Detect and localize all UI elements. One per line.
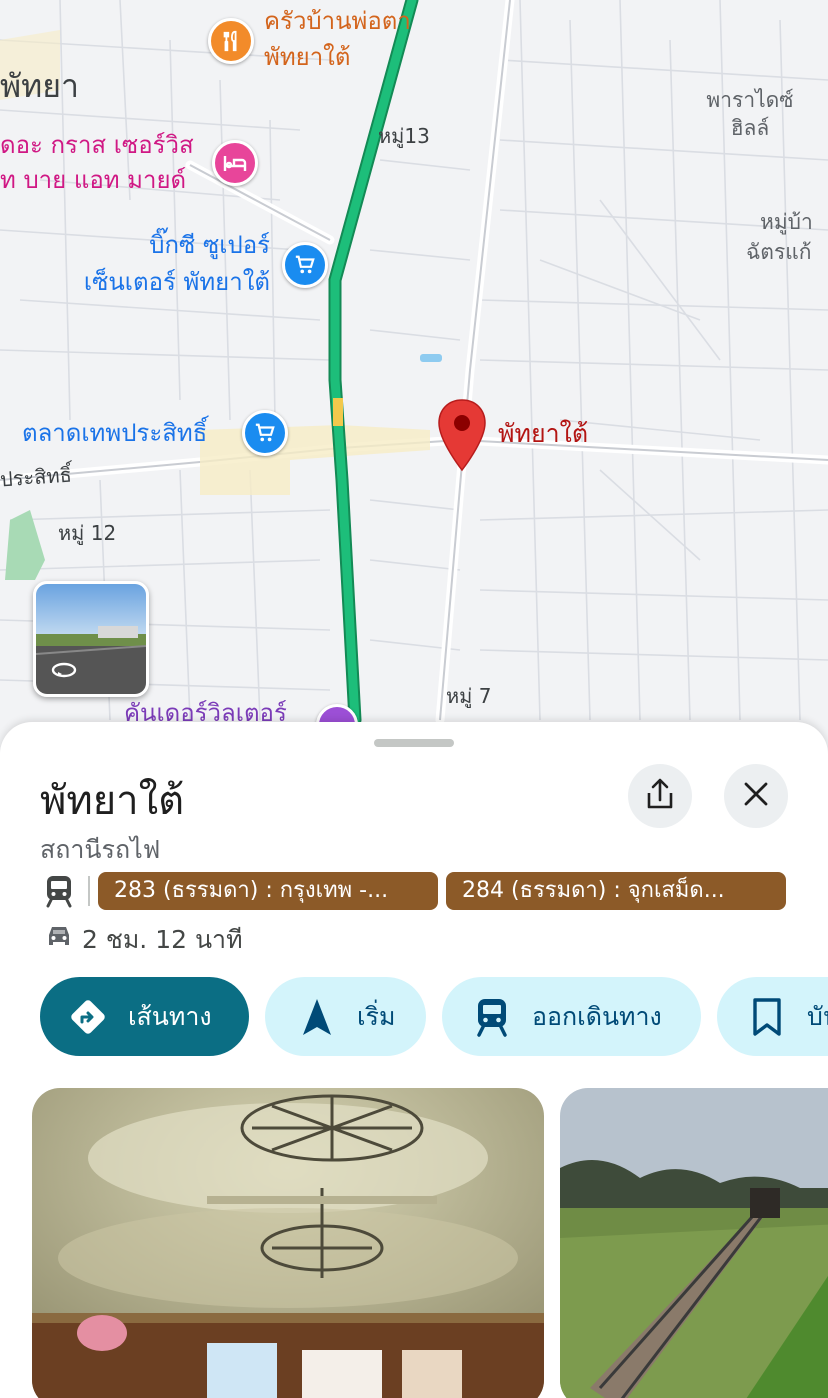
poi-label-hotel-line1: ดอะ กราส เซอร์วิส bbox=[0, 131, 194, 159]
transit-row: 283 (ธรรมดา) : กรุงเทพ -... 284 (ธรรมดา)… bbox=[40, 870, 828, 912]
transit-chip-284[interactable]: 284 (ธรรมดา) : จุกเสม็ด... bbox=[446, 872, 786, 910]
start-navigation-button[interactable]: เริ่ม bbox=[265, 977, 426, 1056]
train-icon bbox=[44, 874, 74, 912]
place-bottom-sheet[interactable]: พัทยาใต้ สถานีรถไฟ 283 (ธรรมดา) : กรุงเท… bbox=[0, 722, 828, 1398]
start-label: เริ่ม bbox=[357, 1001, 396, 1031]
map-view[interactable]: พัทยา ครัวบ้านพ่อตา พัทยาใต้ ดอะ กราส เซ… bbox=[0, 0, 828, 760]
shopping-cart-icon[interactable] bbox=[282, 242, 328, 288]
area-label-paradise-line1: พาราไดซ์ bbox=[706, 88, 794, 112]
navigation-arrow-icon bbox=[295, 995, 339, 1039]
drive-time: 2 ชม. 12 นาที bbox=[82, 925, 243, 954]
village-label-moo7: หมู่ 7 bbox=[446, 684, 492, 708]
poi-label-bigc-line1: บิ๊กซี ซูเปอร์ bbox=[149, 231, 270, 259]
close-icon bbox=[743, 781, 769, 811]
save-label: บัน bbox=[807, 1001, 828, 1031]
street-view-rotate-icon bbox=[50, 660, 78, 684]
poi-label-restaurant-line1: ครัวบ้านพ่อตา bbox=[264, 7, 411, 35]
directions-icon bbox=[66, 995, 110, 1039]
poi-label-market: ตลาดเทพประสิทธิ์ bbox=[22, 419, 208, 447]
map-pin-icon[interactable] bbox=[436, 398, 488, 472]
directions-label: เส้นทาง bbox=[128, 1001, 212, 1031]
poi-label-hotel-line2: ท บาย แอท มายด์ bbox=[0, 166, 187, 194]
depart-label: ออกเดินทาง bbox=[532, 1001, 662, 1031]
area-label-pattaya: พัทยา bbox=[0, 67, 79, 105]
area-label-village-line2: ฉัตรแก้ bbox=[746, 240, 812, 264]
directions-button[interactable]: เส้นทาง bbox=[40, 977, 249, 1056]
share-icon bbox=[645, 777, 675, 815]
street-view-thumbnail[interactable] bbox=[33, 581, 149, 697]
village-label-moo13: หมู่13 bbox=[378, 124, 430, 148]
photo-railway-track[interactable] bbox=[560, 1088, 828, 1398]
restaurant-icon[interactable] bbox=[208, 18, 254, 64]
village-label-moo12: หมู่ 12 bbox=[58, 521, 117, 545]
pin-label: พัทยาใต้ bbox=[498, 419, 589, 448]
area-label-village-line1: หมู่บ้า bbox=[760, 210, 813, 234]
train-icon bbox=[470, 995, 514, 1039]
photo-train-interior[interactable] bbox=[32, 1088, 544, 1398]
hotel-icon[interactable] bbox=[212, 140, 258, 186]
transit-divider bbox=[88, 876, 90, 906]
place-type: สถานีรถไฟ bbox=[40, 835, 161, 864]
share-button[interactable] bbox=[628, 764, 692, 828]
shopping-cart-icon[interactable] bbox=[242, 410, 288, 456]
place-title: พัทยาใต้ bbox=[40, 778, 185, 824]
sheet-drag-handle[interactable] bbox=[374, 739, 454, 747]
transit-chip-283[interactable]: 283 (ธรรมดา) : กรุงเทพ -... bbox=[98, 872, 438, 910]
area-label-paradise-line2: ฮิลล์ bbox=[730, 116, 770, 140]
close-button[interactable] bbox=[724, 764, 788, 828]
poi-label-restaurant-line2: พัทยาใต้ bbox=[264, 43, 351, 71]
bookmark-icon bbox=[745, 995, 789, 1039]
depart-button[interactable]: ออกเดินทาง bbox=[442, 977, 701, 1056]
car-icon bbox=[44, 922, 74, 958]
poi-label-bigc-line2: เซ็นเตอร์ พัทยาใต้ bbox=[83, 268, 270, 296]
save-button[interactable]: บัน bbox=[717, 977, 828, 1056]
